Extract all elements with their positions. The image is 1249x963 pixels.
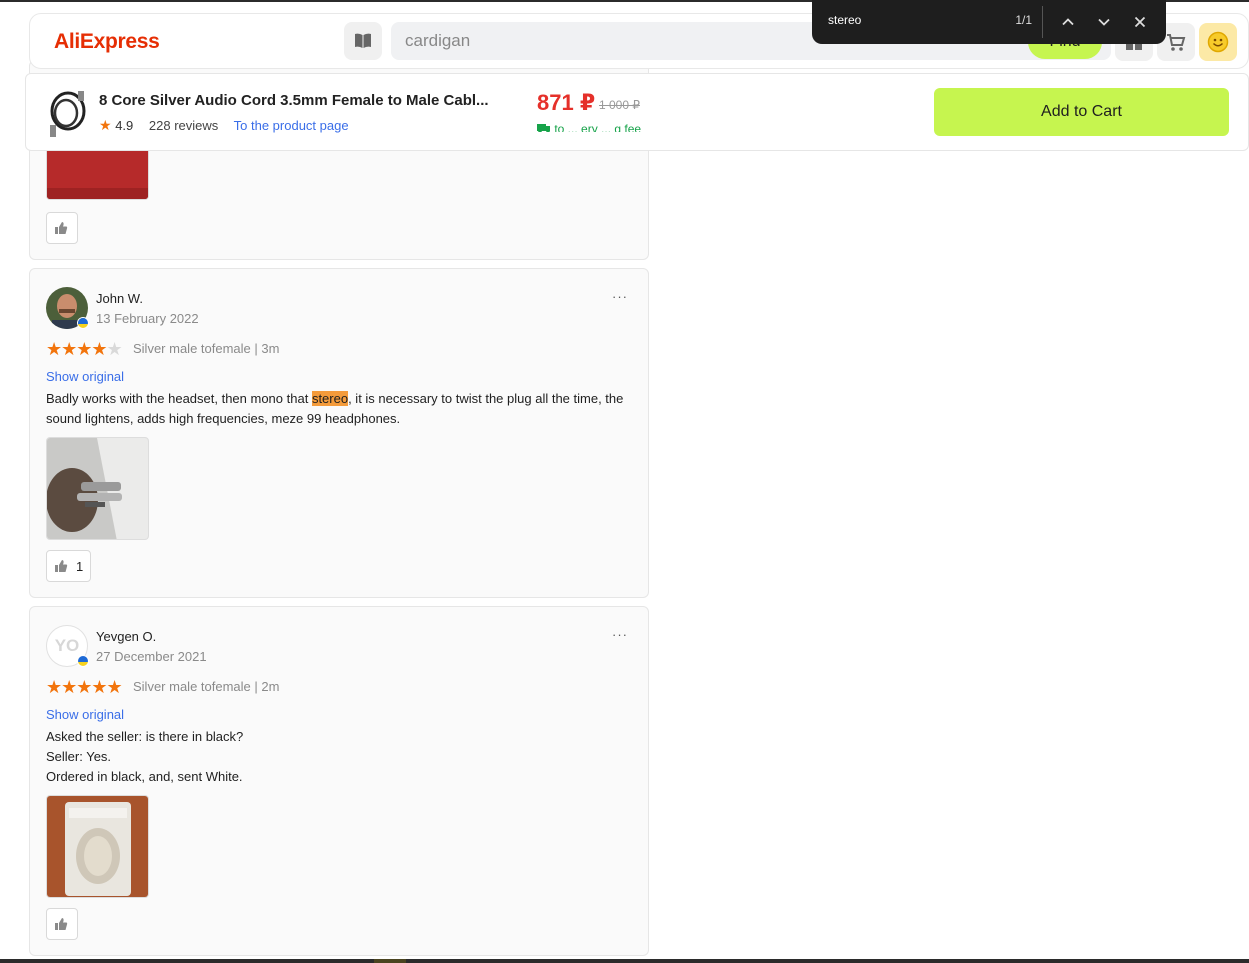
product-page-link[interactable]: To the product page	[234, 118, 349, 133]
like-button[interactable]: 1	[46, 550, 92, 582]
review-text: Asked the seller: is there in black? Sel…	[46, 729, 244, 784]
review-date: 13 February 2022	[96, 311, 199, 326]
product-reviews-count[interactable]: 228 reviews	[149, 118, 218, 133]
find-close-button[interactable]	[1130, 12, 1150, 32]
thumbs-up-icon	[55, 918, 68, 930]
catalog-button[interactable]	[344, 22, 382, 60]
product-meta: ★ 4.9 228 reviews To the product page	[99, 117, 349, 134]
window-bottom-border	[0, 959, 1249, 963]
find-match-count: 1/1	[1015, 13, 1032, 27]
add-to-cart-button[interactable]: Add to Cart	[934, 88, 1229, 136]
star-rating: ★★★★★	[46, 677, 123, 697]
sku-variant: Silver male tofemale | 2m	[133, 679, 280, 694]
find-divider	[1042, 6, 1043, 38]
chevron-down-icon	[1098, 18, 1110, 26]
ukraine-flag-icon	[77, 655, 89, 667]
show-original-link[interactable]: Show original	[46, 707, 124, 722]
more-options-icon[interactable]: ···	[612, 627, 628, 642]
delivery-text: to ... ery ... g fee	[554, 122, 642, 132]
like-button[interactable]	[46, 908, 78, 940]
delivery-truck-icon	[537, 124, 550, 132]
show-original-link[interactable]: Show original	[46, 369, 124, 384]
browser-find-bar: stereo 1/1	[812, 0, 1166, 44]
account-button[interactable]	[1199, 23, 1237, 61]
review-card: John W. 13 February 2022 ··· ★★★★★ Silve…	[29, 268, 649, 598]
find-highlight: stereo	[311, 391, 349, 406]
ukraine-flag-icon	[77, 317, 89, 329]
review-text: Badly works with the headset, then mono …	[46, 391, 624, 426]
product-thumbnail[interactable]	[44, 87, 92, 139]
product-sticky-bar: 8 Core Silver Audio Cord 3.5mm Female to…	[25, 73, 1249, 151]
reviewer-name: Yevgen O.	[96, 629, 157, 644]
star-rating: ★★★★★	[46, 339, 123, 359]
find-query-input[interactable]: stereo	[828, 13, 861, 27]
more-options-icon[interactable]: ···	[612, 289, 628, 304]
thumbs-up-icon	[55, 560, 68, 572]
smiley-account-icon	[1207, 31, 1229, 53]
thumbs-up-icon	[55, 222, 68, 234]
find-next-button[interactable]	[1094, 12, 1114, 32]
sku-variant: Silver male tofemale | 3m	[133, 341, 280, 356]
chevron-up-icon	[1062, 18, 1074, 26]
product-title[interactable]: 8 Core Silver Audio Cord 3.5mm Female to…	[99, 92, 509, 109]
delivery-info: to ... ery ... g fee	[537, 122, 827, 132]
product-rating: 4.9	[115, 118, 134, 133]
catalog-icon	[355, 33, 371, 48]
reviewer-name: John W.	[96, 291, 143, 306]
aliexpress-logo[interactable]: AliExpress	[54, 30, 160, 54]
star-icon: ★	[99, 117, 112, 133]
like-count: 1	[76, 558, 84, 574]
review-card: YO Yevgen O. 27 December 2021 ··· ★★★★★ …	[29, 606, 649, 956]
product-old-price: 1 000 ₽	[599, 98, 640, 112]
find-previous-button[interactable]	[1058, 12, 1078, 32]
cart-icon	[1167, 34, 1186, 51]
like-button[interactable]	[46, 212, 78, 244]
close-icon	[1134, 16, 1146, 28]
review-date: 27 December 2021	[96, 649, 207, 664]
review-photo[interactable]	[46, 437, 149, 540]
review-photo[interactable]	[46, 795, 149, 898]
product-price: 871 ₽	[537, 90, 596, 115]
